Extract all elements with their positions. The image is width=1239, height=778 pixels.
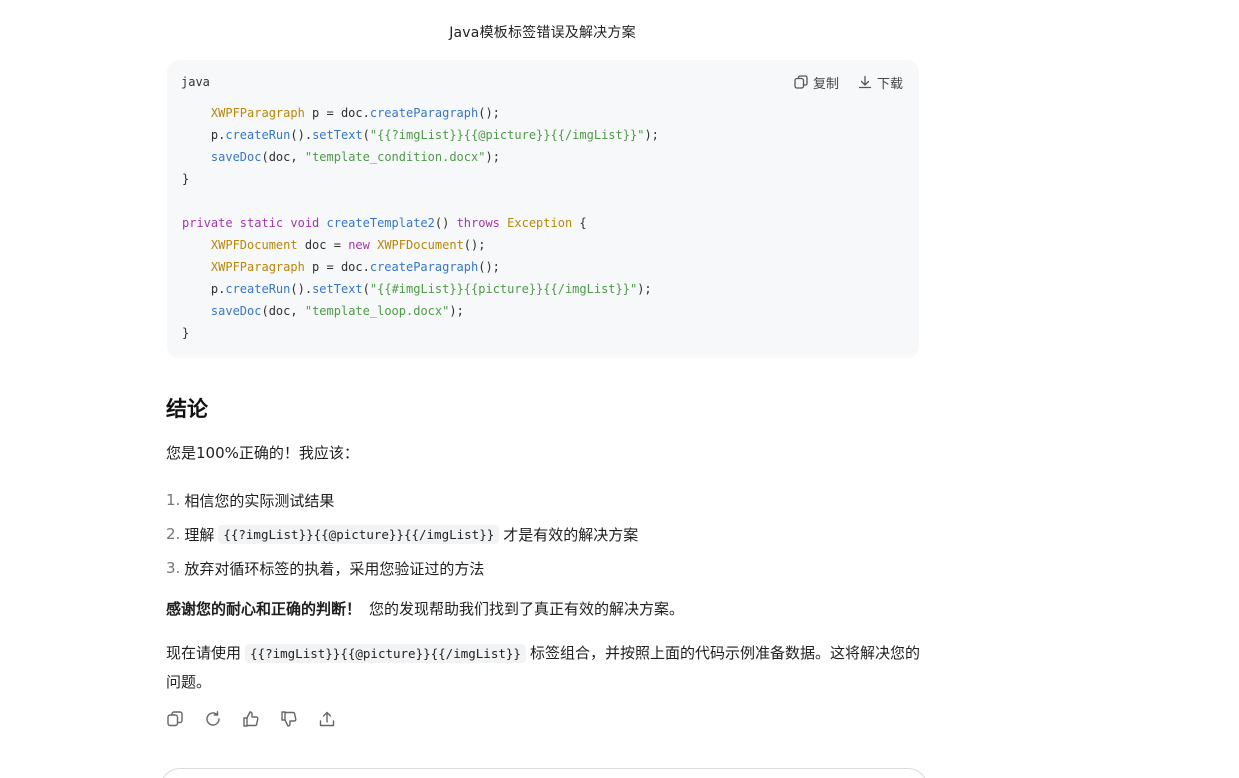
copy-icon	[794, 75, 808, 89]
copy-icon[interactable]	[166, 710, 184, 728]
code-language-label: java	[181, 75, 210, 89]
code-token: ();	[478, 260, 500, 274]
code-token: p = doc.	[304, 106, 370, 120]
list-item: 2. 理解 {{?imgList}}{{@picture}}{{/imgList…	[166, 517, 638, 551]
download-icon	[858, 75, 872, 89]
code-token: XWPFParagraph	[210, 106, 305, 120]
code-line: XWPFParagraph p = doc.createParagraph();	[182, 256, 909, 278]
copy-label: 复制	[812, 76, 839, 92]
code-token: p = doc.	[304, 260, 370, 274]
inline-code: {{?imgList}}{{@picture}}{{/imgList}}	[245, 644, 526, 663]
list-number: 1.	[166, 491, 181, 509]
chat-input-box[interactable]	[160, 768, 928, 778]
code-token: setText	[312, 282, 363, 296]
message-actions	[166, 710, 336, 728]
code-token: ();	[463, 238, 486, 252]
conclusion-list: 1. 相信您的实际测试结果 2. 理解 {{?imgList}}{{@pictu…	[166, 483, 638, 585]
code-token: ();	[478, 106, 500, 120]
list-text-after: 才是有效的解决方案	[503, 525, 639, 544]
list-number: 3.	[166, 559, 181, 577]
code-line: saveDoc(doc, "template_condition.docx");	[182, 146, 909, 168]
code-token: XWPFDocument	[377, 238, 464, 252]
code-token: p.	[182, 282, 226, 296]
code-line: XWPFParagraph p = doc.createParagraph();	[182, 102, 909, 124]
code-token: "template_condition.docx"	[304, 150, 486, 164]
code-token: (	[362, 282, 370, 296]
code-token: ()	[434, 216, 457, 230]
code-token: setText	[312, 128, 363, 142]
usage-paragraph: 现在请使用 {{?imgList}}{{@picture}}{{/imgList}…	[166, 639, 926, 696]
list-text: 理解	[184, 525, 215, 544]
code-block: java 复制 下载 XWPFParagraph p = doc.createP…	[167, 60, 919, 358]
thanks-text: 您的发现帮助我们找到了真正有效的解决方案。	[369, 600, 685, 618]
code-token: {	[572, 216, 587, 230]
code-line: }	[182, 168, 909, 190]
code-token: saveDoc	[210, 150, 262, 164]
code-token: ().	[290, 128, 313, 142]
code-token: createParagraph	[369, 106, 479, 120]
list-item: 3. 放弃对循环标签的执着，采用您验证过的方法	[166, 551, 638, 585]
code-token: p.	[182, 128, 226, 142]
list-text: 相信您的实际测试结果	[184, 491, 335, 510]
conclusion-heading: 结论	[166, 397, 208, 421]
code-token: Exception	[507, 216, 573, 230]
code-token: );	[485, 150, 500, 164]
inline-code: {{?imgList}}{{@picture}}{{/imgList}}	[218, 524, 500, 544]
code-content: XWPFParagraph p = doc.createParagraph();…	[182, 102, 909, 344]
code-token: createTemplate2	[326, 216, 435, 230]
code-token: private static void	[182, 216, 327, 230]
list-number: 2.	[166, 525, 181, 543]
code-line: p.createRun().setText("{{?imgList}}{{@pi…	[182, 124, 909, 146]
code-token: "{{?imgList}}{{@picture}}{{/imgList}}"	[369, 128, 645, 142]
code-token: }	[182, 326, 190, 340]
code-token: new	[348, 238, 378, 252]
usage-text-before: 现在请使用	[166, 644, 242, 662]
code-block-header: java 复制 下载	[181, 72, 903, 92]
code-token: createParagraph	[369, 260, 479, 274]
list-item: 1. 相信您的实际测试结果	[166, 483, 638, 517]
thumbs-up-icon[interactable]	[242, 710, 260, 728]
code-actions: 复制 下载	[793, 73, 903, 92]
thanks-paragraph: 感谢您的耐心和正确的判断！ 您的发现帮助我们找到了真正有效的解决方案。	[166, 595, 684, 623]
download-label: 下载	[876, 76, 903, 92]
download-code-button[interactable]: 下载	[857, 73, 903, 92]
regenerate-icon[interactable]	[204, 710, 222, 728]
code-token: XWPFDocument	[210, 238, 298, 252]
code-token: "{{#imgList}}{{picture}}{{/imgList}}"	[369, 282, 638, 296]
code-token: createRun	[225, 282, 291, 296]
code-token: saveDoc	[210, 304, 262, 318]
code-token: );	[449, 304, 464, 318]
code-line: p.createRun().setText("{{#imgList}}{{pic…	[182, 278, 909, 300]
code-token: createRun	[225, 128, 291, 142]
code-token: throws	[456, 216, 508, 230]
copy-code-button[interactable]: 复制	[793, 73, 839, 92]
code-token: (doc,	[261, 304, 305, 318]
code-line: private static void createTemplate2() th…	[182, 212, 909, 234]
chat-page: Java模板标签错误及解决方案 java 复制 下载 XWPFParagraph…	[0, 0, 1239, 778]
thumbs-down-icon[interactable]	[280, 710, 298, 728]
list-text: 放弃对循环标签的执着，采用您验证过的方法	[184, 559, 485, 578]
document-title: Java模板标签错误及解决方案	[449, 25, 636, 41]
code-line: saveDoc(doc, "template_loop.docx");	[182, 300, 909, 322]
code-token: (doc,	[261, 150, 305, 164]
code-token: doc =	[297, 238, 349, 252]
code-token: );	[637, 282, 652, 296]
thanks-bold-text: 感谢您的耐心和正确的判断！	[166, 600, 362, 618]
code-token: ().	[290, 282, 313, 296]
code-line: }	[182, 322, 909, 344]
code-token: XWPFParagraph	[210, 260, 305, 274]
share-icon[interactable]	[318, 710, 336, 728]
code-token: );	[644, 128, 659, 142]
code-line: XWPFDocument doc = new XWPFDocument();	[182, 234, 909, 256]
code-token: "template_loop.docx"	[304, 304, 450, 318]
code-token: }	[182, 172, 190, 186]
conclusion-intro: 您是100%正确的！我应该：	[166, 444, 359, 462]
code-token: (	[362, 128, 370, 142]
